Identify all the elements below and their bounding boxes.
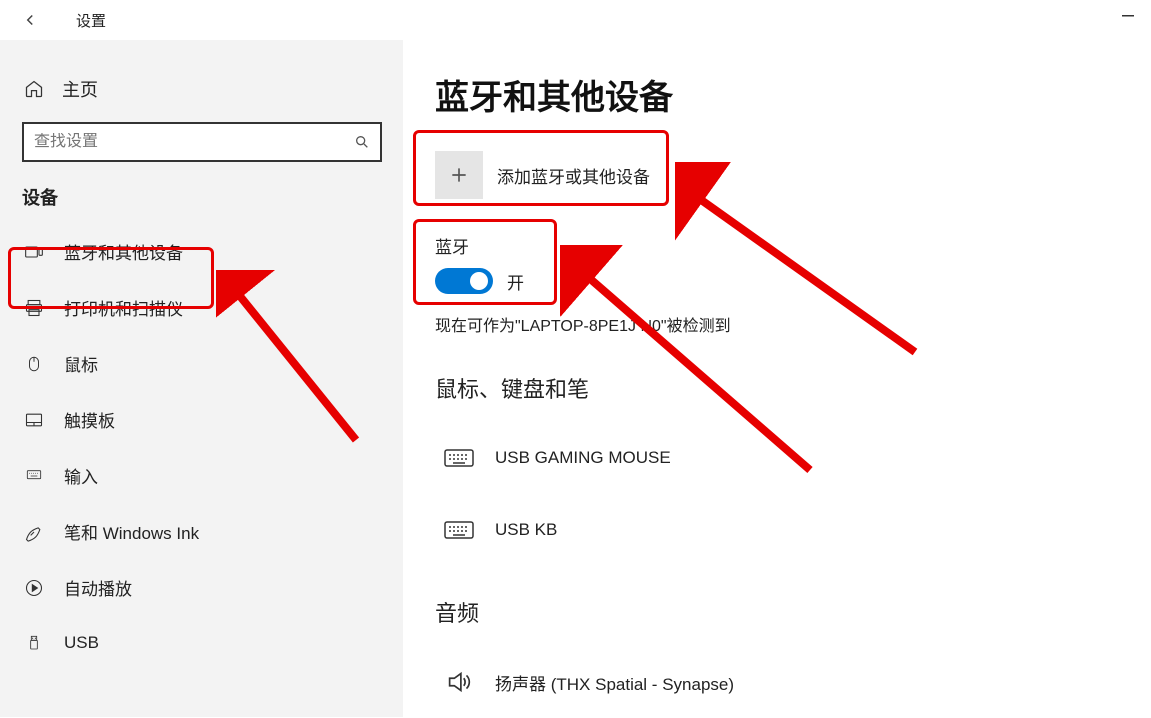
mouse-icon (22, 352, 46, 376)
nav-pen-ink[interactable]: 笔和 Windows Ink (0, 505, 403, 558)
device-item[interactable]: USB KB (435, 494, 1151, 566)
back-button[interactable] (14, 4, 46, 36)
device-label: 扬声器 (THX Spatial - Synapse) (495, 670, 734, 695)
nav-usb[interactable]: USB (0, 617, 403, 669)
content-pane: 蓝牙和其他设备 添加蓝牙或其他设备 蓝牙 开 现在可作为"LAPTOP-8PE1… (403, 40, 1151, 717)
add-device-label: 添加蓝牙或其他设备 (497, 163, 650, 188)
sidebar: 主页 设备 蓝牙和其他设备 打印机和扫描仪 鼠标 (0, 40, 403, 717)
speaker-device-icon (435, 658, 483, 706)
device-item[interactable]: USB GAMING MOUSE (435, 422, 1151, 494)
arrow-left-icon (21, 11, 39, 29)
touchpad-icon (22, 408, 46, 432)
bluetooth-toggle[interactable] (435, 268, 493, 294)
home-label: 主页 (62, 76, 98, 102)
sidebar-section-header: 设备 (0, 162, 403, 222)
nav-autoplay[interactable]: 自动播放 (0, 561, 403, 614)
home-link[interactable]: 主页 (0, 64, 403, 114)
nav-label: 输入 (64, 463, 98, 488)
device-label: USB KB (495, 520, 557, 540)
plus-icon (435, 151, 483, 199)
discoverable-text: 现在可作为"LAPTOP-8PE1J N0"被检测到 (435, 312, 1151, 336)
nav-label: 触摸板 (64, 407, 115, 432)
autoplay-icon (22, 576, 46, 600)
add-device-button[interactable]: 添加蓝牙或其他设备 (435, 145, 1151, 205)
nav-mouse[interactable]: 鼠标 (0, 337, 403, 390)
toggle-state-label: 开 (507, 269, 524, 294)
home-icon (22, 77, 46, 101)
page-title: 蓝牙和其他设备 (435, 70, 1151, 119)
device-item[interactable]: 扬声器 (THX Spatial - Synapse) (435, 646, 1151, 718)
nav-bluetooth[interactable]: 蓝牙和其他设备 (0, 225, 403, 278)
nav-label: 打印机和扫描仪 (64, 295, 183, 320)
section-audio: 音频 (435, 596, 1151, 628)
nav-label: 鼠标 (64, 351, 98, 376)
search-input[interactable] (34, 133, 354, 151)
toggle-knob (470, 272, 488, 290)
nav-label: USB (64, 633, 99, 653)
keyboard-device-icon (435, 506, 483, 554)
search-icon (354, 134, 370, 150)
nav-touchpad[interactable]: 触摸板 (0, 393, 403, 446)
nav-label: 蓝牙和其他设备 (64, 239, 183, 264)
nav-label: 笔和 Windows Ink (64, 519, 199, 544)
keyboard-device-icon (435, 434, 483, 482)
devices-icon (22, 240, 46, 264)
section-mouse-keyboard: 鼠标、键盘和笔 (435, 372, 1151, 404)
nav-label: 自动播放 (64, 575, 132, 600)
pen-icon (22, 520, 46, 544)
nav-printers[interactable]: 打印机和扫描仪 (0, 281, 403, 334)
search-input-wrap[interactable] (22, 122, 382, 162)
bluetooth-header: 蓝牙 (435, 233, 1151, 258)
device-label: USB GAMING MOUSE (495, 448, 671, 468)
keyboard-icon (22, 464, 46, 488)
window-title: 设置 (76, 10, 106, 31)
minimize-icon (1122, 15, 1134, 17)
minimize-button[interactable] (1105, 0, 1151, 32)
nav-typing[interactable]: 输入 (0, 449, 403, 502)
usb-icon (22, 631, 46, 655)
printer-icon (22, 296, 46, 320)
